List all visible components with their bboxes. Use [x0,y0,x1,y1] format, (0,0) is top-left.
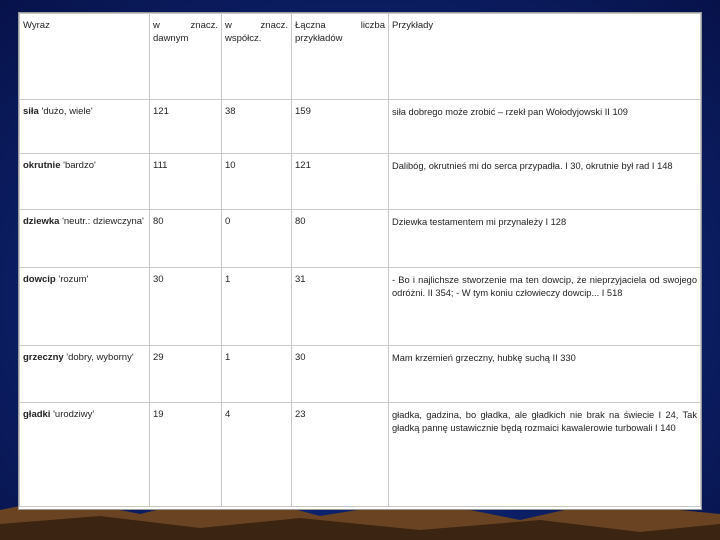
word-cell: okrutnie 'bardzo' [19,153,150,210]
header-word: Wyraz [19,13,150,100]
header-old-meaning: w znacz. dawnym [149,13,222,100]
word-cell: dowcip 'rozum' [19,267,150,346]
word-cell: gładki 'urodziwy' [19,402,150,507]
word: dziewka [23,216,60,227]
old-count: 121 [149,99,222,154]
vocabulary-table-card: Wyraz w znacz. dawnym w znacz. współcz. … [18,12,702,510]
word: dowcip [23,274,56,285]
table-row: grzeczny 'dobry, wyborny' 29 1 30 Mam kr… [19,345,701,403]
old-count: 29 [149,345,222,403]
total-count: 80 [291,209,389,268]
header-modern-meaning: w znacz. współcz. [221,13,292,100]
word: grzeczny [23,352,64,363]
gloss: 'rozum' [58,274,89,285]
table-row: dowcip 'rozum' 30 1 31 - Bo i najlichsze… [19,267,701,346]
table-row: dziewka 'neutr.: dziewczyna' 80 0 80 Dzi… [19,209,701,268]
gloss: 'neutr.: dziewczyna' [62,216,144,227]
example-text: - Bo i najlichsze stworzenie ma ten dowc… [388,267,701,346]
old-count: 30 [149,267,222,346]
total-count: 30 [291,345,389,403]
total-count: 23 [291,402,389,507]
modern-count: 0 [221,209,292,268]
word: gładki [23,409,51,420]
modern-count: 1 [221,267,292,346]
gloss: 'bardzo' [63,160,96,171]
example-text: Dziewka testamentem mi przynależy I 128 [388,209,701,268]
modern-count: 4 [221,402,292,507]
old-count: 80 [149,209,222,268]
table-header-row: Wyraz w znacz. dawnym w znacz. współcz. … [19,13,701,100]
modern-count: 1 [221,345,292,403]
modern-count: 10 [221,153,292,210]
gloss: 'dużo, wiele' [41,106,93,117]
gloss: 'urodziwy' [53,409,95,420]
table-row: siła 'dużo, wiele' 121 38 159 siła dobre… [19,99,701,154]
gloss: 'dobry, wyborny' [66,352,134,363]
word-cell: siła 'dużo, wiele' [19,99,150,154]
table-row: okrutnie 'bardzo' 111 10 121 Dalibóg, ok… [19,153,701,210]
total-count: 31 [291,267,389,346]
old-count: 111 [149,153,222,210]
example-text: Mam krzemień grzeczny, hubkę suchą II 33… [388,345,701,403]
old-count: 19 [149,402,222,507]
total-count: 159 [291,99,389,154]
word-cell: dziewka 'neutr.: dziewczyna' [19,209,150,268]
word: okrutnie [23,160,61,171]
header-total: Łączna liczba przykładów [291,13,389,100]
example-text: gładka, gadzina, bo gładka, ale gładkich… [388,402,701,507]
header-examples: Przykłady [388,13,701,100]
example-text: Dalibóg, okrutnieś mi do serca przypadła… [388,153,701,210]
total-count: 121 [291,153,389,210]
table-row: gładki 'urodziwy' 19 4 23 gładka, gadzin… [19,402,701,507]
example-text: siła dobrego może zrobić – rzekł pan Woł… [388,99,701,154]
modern-count: 38 [221,99,292,154]
vocabulary-table: Wyraz w znacz. dawnym w znacz. współcz. … [19,13,701,507]
word: siła [23,106,39,117]
word-cell: grzeczny 'dobry, wyborny' [19,345,150,403]
